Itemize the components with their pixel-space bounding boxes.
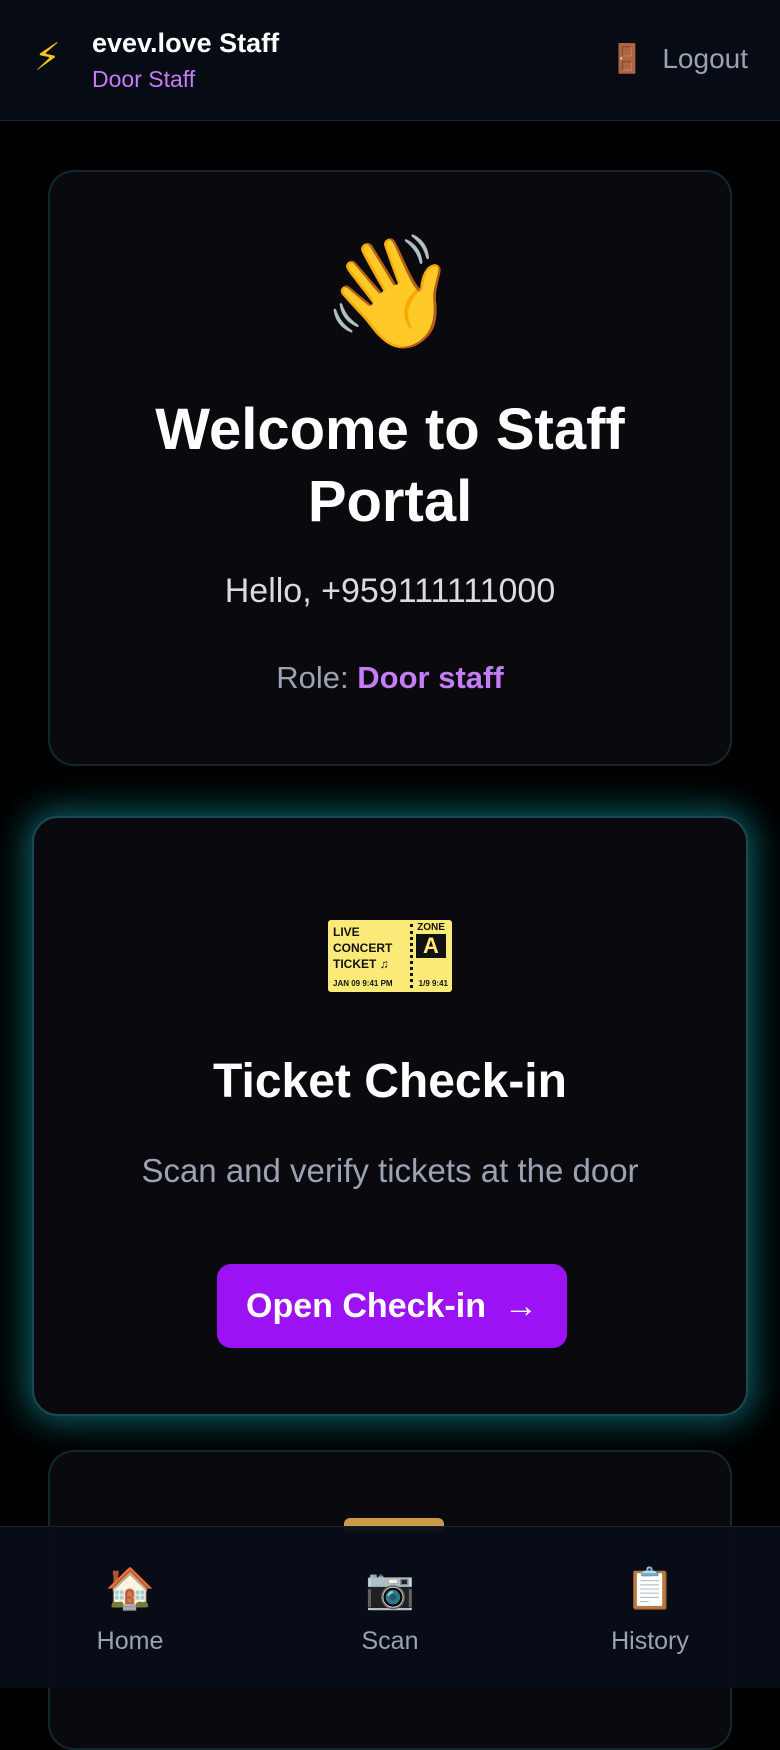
ticket-zone-value: A <box>416 934 446 958</box>
logout-button[interactable]: 🚪 Logout <box>609 42 748 75</box>
ticket-perforation <box>410 924 413 988</box>
ticket-zone-label: ZONE <box>417 922 445 933</box>
clipboard-icon: 📋 <box>625 1567 675 1611</box>
nav-item-scan[interactable]: 📷 Scan <box>260 1527 520 1688</box>
ticket-icon: LIVE CONCERT TICKET ♫ ZONE A JAN 09 9:41… <box>328 920 452 992</box>
bottom-nav: 🏠 Home 📷 Scan 📋 History <box>0 1526 780 1688</box>
welcome-card: 👋 Welcome to Staff Portal Hello, +959111… <box>48 170 732 766</box>
nav-item-history[interactable]: 📋 History <box>520 1527 780 1688</box>
nav-label-scan: Scan <box>361 1627 419 1655</box>
role-line: Role: Door staff <box>50 660 730 696</box>
top-header: ⚡ evev.love Staff Door Staff 🚪 Logout <box>0 0 780 121</box>
ticket-seat: 1/9 9:41 <box>418 979 448 988</box>
nav-item-home[interactable]: 🏠 Home <box>0 1527 260 1688</box>
open-checkin-label: Open Check-in <box>246 1286 486 1325</box>
open-checkin-button[interactable]: Open Check-in → <box>217 1264 567 1348</box>
ticket-text: LIVE CONCERT TICKET ♫ <box>333 925 393 971</box>
staff-role-subtitle: Door Staff <box>92 66 196 92</box>
ticket-checkin-card: LIVE CONCERT TICKET ♫ ZONE A JAN 09 9:41… <box>32 816 748 1416</box>
ticket-date: JAN 09 9:41 PM <box>333 979 393 988</box>
door-icon: 🚪 <box>609 43 645 74</box>
logout-label: Logout <box>662 42 748 74</box>
camera-icon: 📷 <box>365 1567 415 1611</box>
arrow-right-icon: → <box>503 1286 538 1325</box>
nav-label-home: Home <box>96 1627 164 1655</box>
checkin-title: Ticket Check-in <box>213 1055 567 1108</box>
lightning-icon: ⚡ <box>34 37 61 79</box>
role-value: Door staff <box>357 660 504 695</box>
app-title: evev.love Staff <box>92 28 280 58</box>
nav-label-history: History <box>611 1627 689 1655</box>
waving-hand-icon: 👋 <box>321 231 459 354</box>
role-label: Role: <box>276 660 349 695</box>
house-icon: 🏠 <box>105 1567 155 1611</box>
welcome-title: Welcome to Staff Portal <box>155 397 625 534</box>
greeting-text: Hello, +959111111000 <box>224 572 556 610</box>
checkin-description: Scan and verify tickets at the door <box>141 1152 639 1189</box>
